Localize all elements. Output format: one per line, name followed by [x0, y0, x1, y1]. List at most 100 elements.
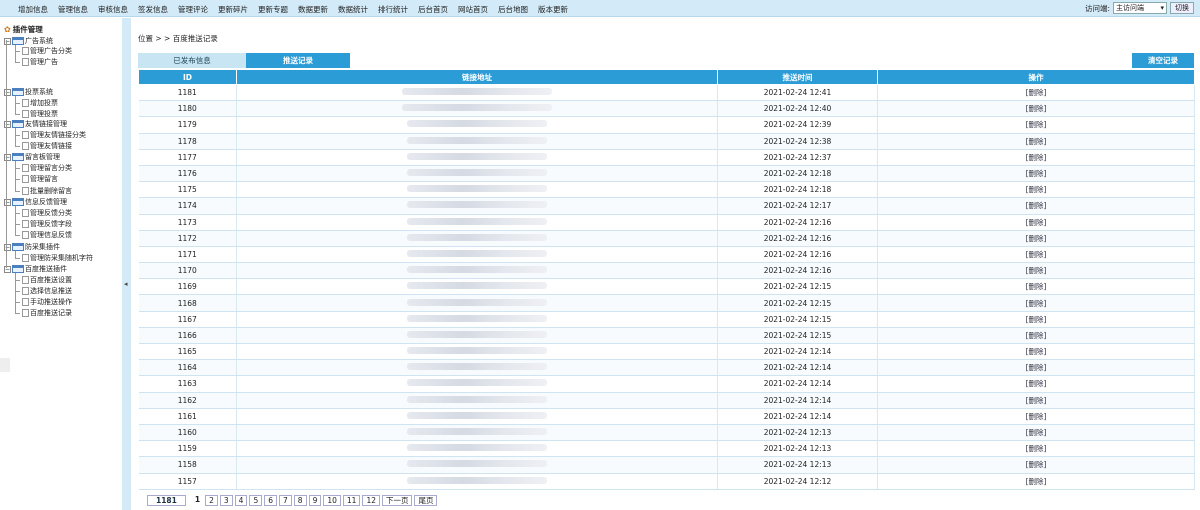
cell-url	[236, 327, 718, 345]
cell-time: 2021-02-24 12:41	[717, 84, 878, 102]
page-link[interactable]: 3	[219, 495, 233, 506]
top-nav-item[interactable]: 管理评论	[178, 4, 208, 15]
sidebar-group[interactable]: − 百度推送插件	[4, 264, 67, 274]
delete-link[interactable]: [删除]	[877, 327, 1195, 345]
delete-link[interactable]: [删除]	[877, 262, 1195, 280]
page-link[interactable]: 12	[362, 495, 380, 506]
top-nav-item[interactable]: 版本更新	[538, 4, 568, 15]
top-nav-item[interactable]: 数据统计	[338, 4, 368, 15]
top-nav-item[interactable]: 排行统计	[378, 4, 408, 15]
sidebar-item[interactable]: 管理留言分类	[15, 163, 72, 173]
table-row: 1158 2021-02-24 12:13 [删除]	[138, 456, 1195, 474]
sidebar-item[interactable]: 百度推送设置	[15, 275, 72, 285]
top-nav-item[interactable]: 后台首页	[418, 4, 448, 15]
tab-published-info[interactable]: 已发布信息	[138, 53, 246, 68]
delete-link[interactable]: [删除]	[877, 197, 1195, 215]
delete-link[interactable]: [删除]	[877, 181, 1195, 199]
delete-link[interactable]: [删除]	[877, 84, 1195, 102]
top-nav-item[interactable]: 网站首页	[458, 4, 488, 15]
sidebar-item[interactable]: 增加投票	[15, 98, 58, 108]
delete-link[interactable]: [删除]	[877, 343, 1195, 361]
top-nav-item[interactable]: 更新碎片	[218, 4, 248, 15]
cell-time: 2021-02-24 12:38	[717, 133, 878, 150]
cell-time: 2021-02-24 12:12	[717, 473, 878, 490]
sidebar-item[interactable]: 管理防采集随机字符	[15, 253, 93, 263]
cell-time: 2021-02-24 12:14	[717, 375, 878, 393]
page-link[interactable]: 10	[323, 495, 341, 506]
last-page-link[interactable]: 尾页	[414, 495, 438, 506]
delete-link[interactable]: [删除]	[877, 100, 1195, 118]
delete-link[interactable]: [删除]	[877, 456, 1195, 474]
top-nav-item[interactable]: 增加信息	[18, 4, 48, 15]
page-icon	[22, 110, 29, 118]
sidebar-group[interactable]: − 广告系统	[4, 36, 53, 46]
table-row: 1177 2021-02-24 12:37 [删除]	[138, 149, 1195, 166]
sidebar-item-label: 管理投票	[30, 110, 58, 118]
delete-link[interactable]: [删除]	[877, 359, 1195, 377]
delete-link[interactable]: [删除]	[877, 246, 1195, 264]
page-link[interactable]: 7	[279, 495, 292, 506]
delete-link[interactable]: [删除]	[877, 408, 1195, 425]
page-link[interactable]: 11	[342, 495, 361, 506]
page-link[interactable]: 6	[264, 495, 277, 506]
page-link[interactable]: 8	[293, 495, 307, 506]
clear-records-button[interactable]: 清空记录	[1132, 53, 1194, 68]
table-row: 1173 2021-02-24 12:16 [删除]	[138, 214, 1195, 231]
sidebar-item[interactable]: 管理投票	[15, 109, 58, 119]
side-grip[interactable]	[0, 358, 10, 372]
delete-link[interactable]: [删除]	[877, 440, 1195, 458]
sidebar-item[interactable]: 管理反馈字段	[15, 219, 72, 229]
delete-link[interactable]: [删除]	[877, 214, 1195, 231]
top-nav-item[interactable]: 管理信息	[58, 4, 88, 15]
collapse-arrow-icon[interactable]: ◂	[124, 280, 128, 288]
access-endpoint-select[interactable]: 主访问端 ▾	[1113, 2, 1167, 14]
delete-link[interactable]: [删除]	[877, 133, 1195, 150]
top-nav-item[interactable]: 审核信息	[98, 4, 128, 15]
sidebar-item[interactable]: 管理友情链接	[15, 141, 72, 151]
delete-link[interactable]: [删除]	[877, 149, 1195, 166]
top-nav-item[interactable]: 更新专题	[258, 4, 288, 15]
page-link[interactable]: 9	[308, 495, 322, 506]
delete-link[interactable]: [删除]	[877, 311, 1195, 328]
top-nav-item[interactable]: 后台地图	[498, 4, 528, 15]
sidebar-group[interactable]: − 投票系统	[4, 87, 53, 97]
sidebar-item[interactable]: 批量删除留言	[15, 186, 72, 196]
delete-link[interactable]: [删除]	[877, 278, 1195, 296]
sidebar-item[interactable]: 管理留言	[15, 174, 58, 184]
delete-link[interactable]: [删除]	[877, 116, 1195, 134]
switch-button[interactable]: 切换	[1170, 2, 1194, 14]
page-link[interactable]: 4	[234, 495, 248, 506]
top-nav-item[interactable]: 签发信息	[138, 4, 168, 15]
sidebar-item[interactable]: 管理信息反馈	[15, 230, 72, 240]
sidebar-item[interactable]: 选择信息推送	[15, 286, 72, 296]
cell-id: 1173	[138, 214, 237, 231]
sidebar-group[interactable]: − 防采集插件	[4, 242, 60, 252]
tab-push-records[interactable]: 推送记录	[246, 53, 350, 68]
tree-connector	[15, 113, 20, 115]
sidebar-item[interactable]: 管理友情链接分类	[15, 130, 86, 140]
table-header-row: ID 链接地址 推送时间 操作	[138, 69, 1195, 85]
delete-link[interactable]: [删除]	[877, 294, 1195, 312]
delete-link[interactable]: [删除]	[877, 392, 1195, 409]
sidebar-item[interactable]: 管理广告	[15, 57, 58, 67]
delete-link[interactable]: [删除]	[877, 165, 1195, 183]
delete-link[interactable]: [删除]	[877, 375, 1195, 393]
sidebar-group[interactable]: − 留言板管理	[4, 152, 60, 162]
page-link[interactable]: 2	[205, 495, 218, 506]
next-page-link[interactable]: 下一页	[381, 495, 413, 506]
sidebar-item[interactable]: 管理反馈分类	[15, 208, 72, 218]
sidebar-splitter[interactable]: ◂	[122, 18, 131, 510]
sidebar-item-label: 批量删除留言	[30, 187, 72, 195]
tree-connector	[15, 301, 20, 303]
sidebar-item[interactable]: 百度推送记录	[15, 308, 72, 318]
delete-link[interactable]: [删除]	[877, 424, 1195, 442]
cell-id: 1180	[138, 100, 237, 118]
page-link[interactable]: 5	[249, 495, 263, 506]
sidebar-group[interactable]: − 友情链接管理	[4, 119, 67, 129]
sidebar-item[interactable]: 管理广告分类	[15, 46, 72, 56]
top-nav-item[interactable]: 数据更新	[298, 4, 328, 15]
sidebar-group[interactable]: − 信息反馈管理	[4, 197, 67, 207]
sidebar-item[interactable]: 手动推送操作	[15, 297, 72, 307]
delete-link[interactable]: [删除]	[877, 230, 1195, 247]
delete-link[interactable]: [删除]	[877, 473, 1195, 490]
